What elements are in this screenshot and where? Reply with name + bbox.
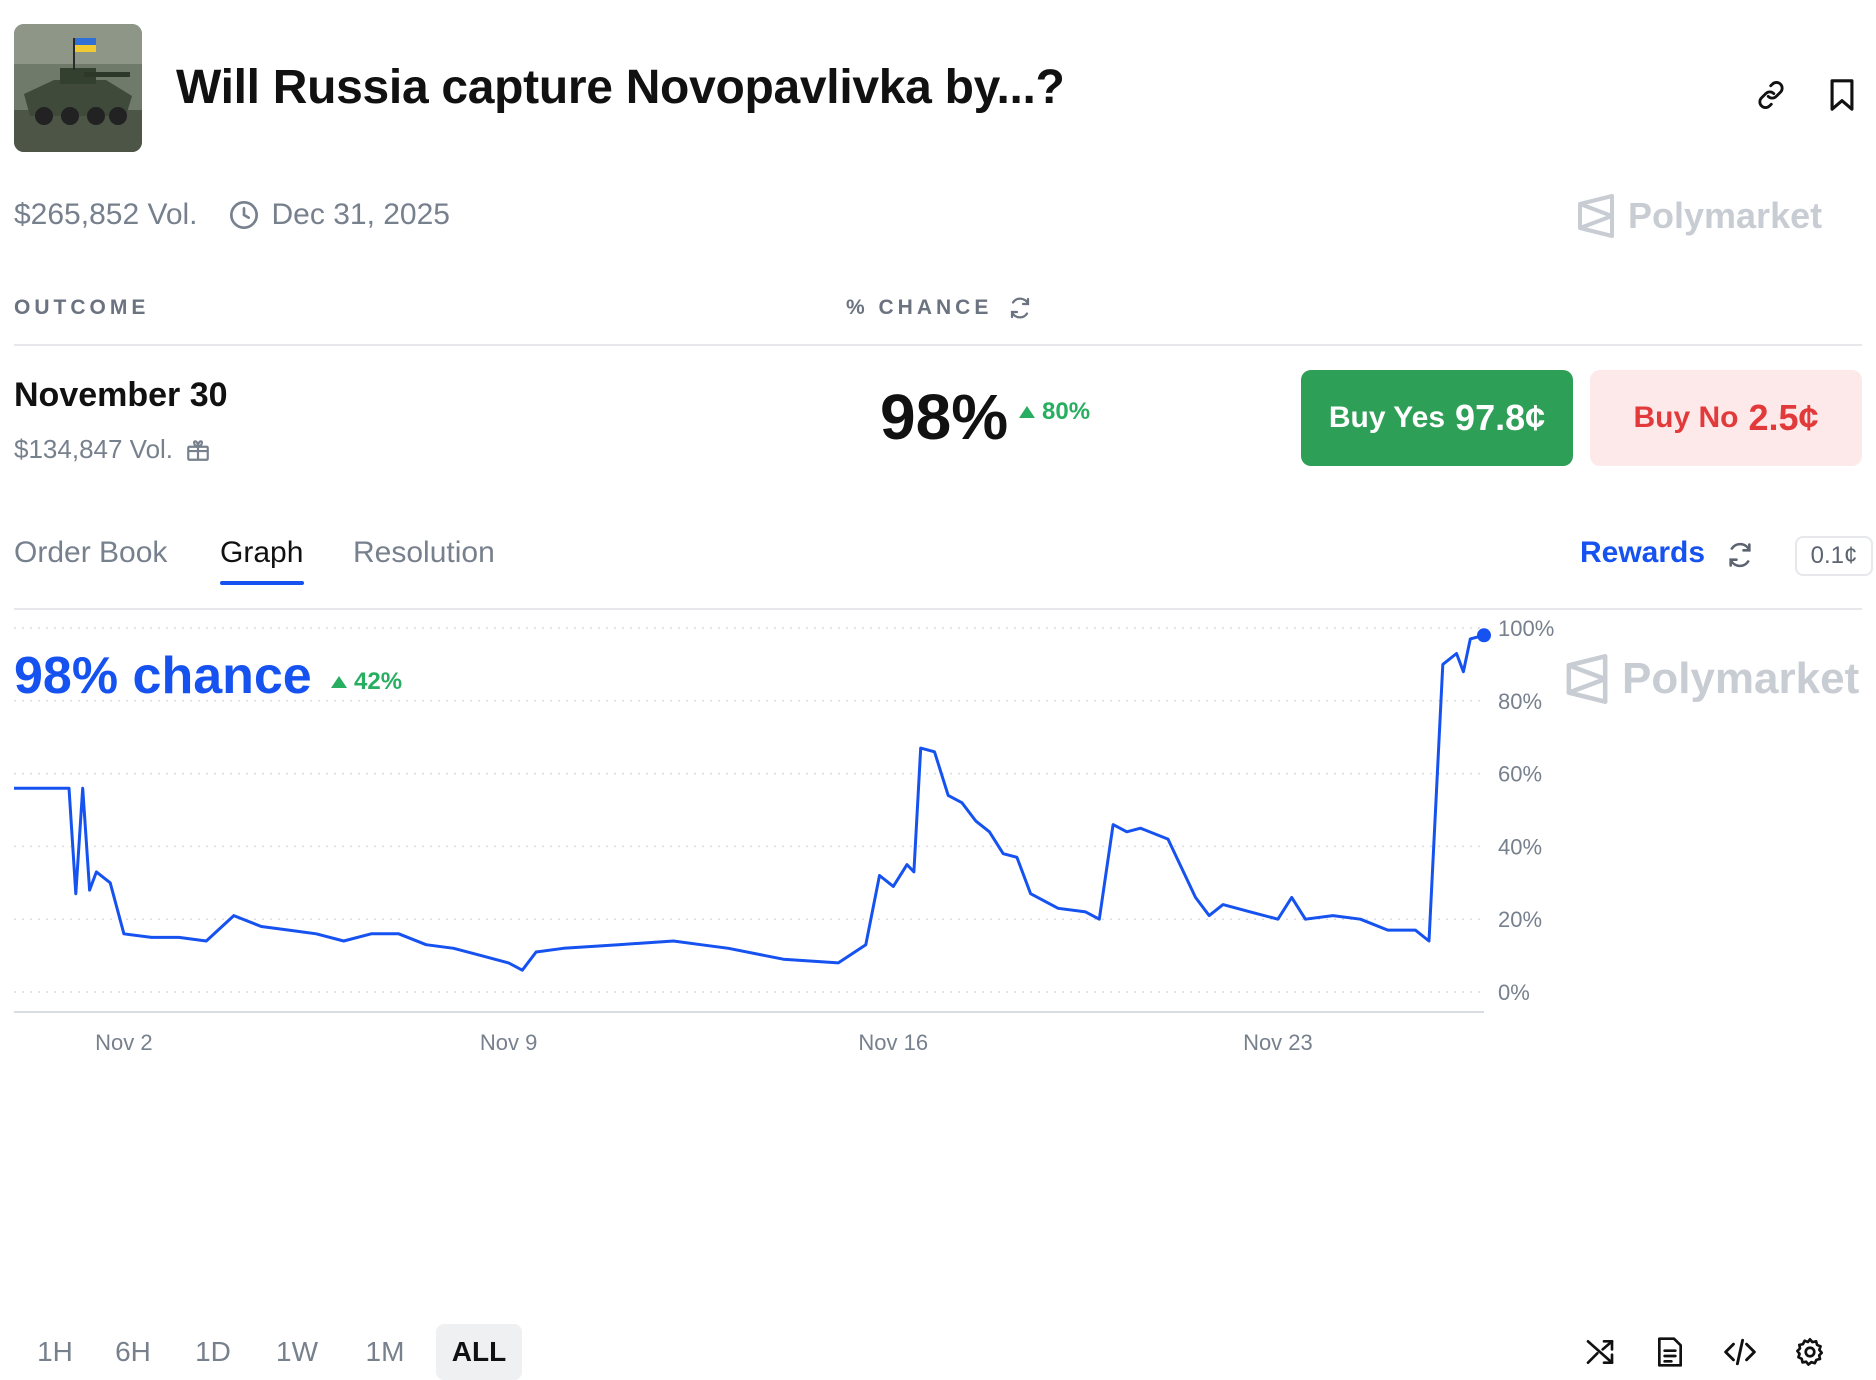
outcome-column-header: OUTCOME <box>14 296 150 319</box>
end-date: Dec 31, 2025 <box>228 198 450 232</box>
tab-order-book[interactable]: Order Book <box>14 536 167 570</box>
up-triangle-icon <box>1019 406 1035 418</box>
chance-column-header: % CHANCE <box>846 296 1032 320</box>
range-1m[interactable]: 1M <box>352 1324 418 1380</box>
gift-icon[interactable] <box>185 437 211 463</box>
buy-yes-label: Buy Yes <box>1328 401 1446 434</box>
graph-chance-label: 98% chance <box>14 647 312 705</box>
y-tick-label: 80% <box>1498 689 1542 714</box>
y-tick-label: 0% <box>1498 980 1530 1005</box>
x-tick-label: Nov 16 <box>858 1030 928 1055</box>
active-tab-indicator <box>220 581 304 585</box>
tab-graph[interactable]: Graph <box>220 536 303 570</box>
tab-resolution[interactable]: Resolution <box>353 536 495 570</box>
document-icon[interactable] <box>1646 1328 1694 1376</box>
buy-yes-price: 97.8¢ <box>1455 397 1546 438</box>
outcome-change-text: 80% <box>1042 398 1091 425</box>
chart-watermark: Polymarket <box>1564 654 1859 704</box>
y-tick-label: 20% <box>1498 907 1542 932</box>
end-date-text: Dec 31, 2025 <box>271 198 450 231</box>
table-divider <box>14 344 1862 346</box>
graph-change: 42% <box>330 668 402 696</box>
tick-size-badge[interactable]: 0.1¢ <box>1795 536 1873 576</box>
outcome-volume: $134,847 Vol. <box>14 434 211 465</box>
buy-no-label: Buy No <box>1633 401 1739 434</box>
outcome-volume-text: $134,847 Vol. <box>14 434 174 464</box>
outcome-change: 80% <box>1018 398 1090 426</box>
outcome-chance: 98% <box>880 381 1009 453</box>
brand-name: Polymarket <box>1628 195 1823 236</box>
range-1h[interactable]: 1H <box>24 1324 86 1380</box>
market-title: Will Russia capture Novopavlivka by...? <box>176 61 1065 114</box>
buy-yes-button[interactable]: Buy Yes 97.8¢ <box>1301 370 1573 466</box>
copy-link-icon[interactable] <box>1748 72 1794 118</box>
polymarket-logo: Polymarket <box>1576 194 1822 238</box>
market-volume: $265,852 Vol. <box>14 198 198 231</box>
range-1w[interactable]: 1W <box>264 1324 330 1380</box>
range-1d[interactable]: 1D <box>182 1324 244 1380</box>
market-thumbnail <box>14 24 142 152</box>
refresh-rewards-icon[interactable] <box>1717 532 1763 578</box>
outcome-name: November 30 <box>14 376 228 414</box>
chance-header-text: % CHANCE <box>846 296 993 319</box>
polymarket-icon <box>1566 654 1608 704</box>
buy-no-price: 2.5¢ <box>1748 397 1819 438</box>
x-tick-label: Nov 2 <box>95 1030 152 1055</box>
settings-gear-icon[interactable] <box>1786 1328 1834 1376</box>
refresh-icon[interactable] <box>1008 296 1032 320</box>
market-meta: $265,852 Vol. Dec 31, 2025 <box>14 198 450 232</box>
tabs-divider <box>14 608 1862 610</box>
up-triangle-icon <box>331 676 347 688</box>
graph-change-text: 42% <box>354 668 403 695</box>
last-point-marker <box>1477 628 1491 643</box>
x-tick-label: Nov 23 <box>1243 1030 1313 1055</box>
shuffle-icon[interactable] <box>1576 1328 1624 1376</box>
bookmark-icon[interactable] <box>1819 72 1865 118</box>
y-tick-label: 100% <box>1498 616 1554 641</box>
range-6h[interactable]: 6H <box>102 1324 164 1380</box>
y-tick-label: 40% <box>1498 834 1542 859</box>
clock-icon <box>229 201 258 229</box>
watermark-text: Polymarket <box>1622 654 1860 703</box>
embed-code-icon[interactable] <box>1716 1328 1764 1376</box>
polymarket-icon <box>1578 194 1614 238</box>
range-all[interactable]: ALL <box>436 1324 522 1380</box>
rewards-link[interactable]: Rewards <box>1580 536 1705 570</box>
y-tick-label: 60% <box>1498 762 1542 787</box>
buy-no-button[interactable]: Buy No 2.5¢ <box>1590 370 1862 466</box>
x-tick-label: Nov 9 <box>480 1030 537 1055</box>
